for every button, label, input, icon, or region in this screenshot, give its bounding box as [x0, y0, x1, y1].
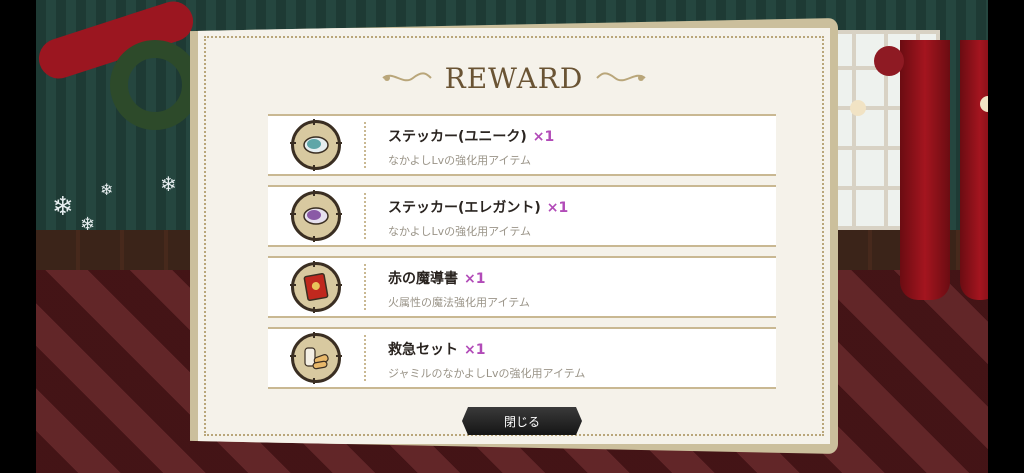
letterbox-left — [0, 0, 36, 473]
close-button[interactable]: 閉じる — [462, 407, 582, 435]
reward-name: ステッカー(ユニーク) — [388, 129, 527, 145]
ornament-decoration — [874, 46, 904, 76]
reward-description: なかよしLvの強化用アイテム — [388, 154, 531, 167]
reward-text: 赤の魔導書 ×1 火属性の魔法強化用アイテム — [388, 268, 530, 310]
reward-quantity: ×1 — [532, 129, 555, 145]
first-aid-kit-icon — [290, 332, 342, 384]
reward-icon-cell — [268, 187, 364, 245]
reward-icon-cell — [268, 329, 364, 387]
reward-row: 救急セット ×1 ジャミルのなかよしLvの強化用アイテム — [268, 327, 776, 389]
title-bar: REWARD — [198, 58, 830, 98]
snowflake-icon: ❄ — [52, 192, 74, 222]
snowflake-icon: ❄ — [100, 180, 114, 199]
row-divider — [364, 193, 366, 239]
reward-title-line: 赤の魔導書 ×1 — [388, 268, 530, 288]
reward-row: 赤の魔導書 ×1 火属性の魔法強化用アイテム — [268, 256, 776, 318]
reward-quantity: ×1 — [464, 342, 486, 358]
reward-description: なかよしLvの強化用アイテム — [388, 225, 531, 238]
letterbox-right — [988, 0, 1024, 473]
reward-name: 救急セット — [388, 342, 458, 358]
row-divider — [364, 122, 366, 168]
reward-icon-cell — [268, 116, 364, 174]
reward-icon-cell — [268, 258, 364, 316]
flourish-left-icon — [382, 72, 432, 82]
row-divider — [364, 264, 366, 310]
reward-row: ステッカー(エレガント) ×1 なかよしLvの強化用アイテム — [268, 185, 776, 247]
reward-title-line: ステッカー(エレガント) ×1 — [388, 197, 568, 217]
curtain-left — [900, 40, 950, 300]
reward-list: ステッカー(ユニーク) ×1 なかよしLvの強化用アイテム ステッカー(エレガン… — [268, 114, 776, 398]
red-grimoire-icon — [290, 261, 342, 313]
flourish-right-icon — [596, 72, 646, 82]
reward-row: ステッカー(ユニーク) ×1 なかよしLvの強化用アイテム — [268, 114, 776, 176]
dialog-title: REWARD — [444, 61, 584, 95]
reward-title-line: ステッカー(ユニーク) ×1 — [388, 126, 554, 146]
sticker-unique-icon — [290, 119, 342, 171]
reward-name: 赤の魔導書 — [388, 271, 458, 287]
reward-name: ステッカー(エレガント) — [388, 200, 541, 216]
dialog-panel: REWARD ステッカー(ユニーク) ×1 なかよしLvの強化用アイテム ステッ… — [198, 28, 830, 444]
sticker-elegant-icon — [290, 190, 342, 242]
reward-description: 火属性の魔法強化用アイテム — [388, 296, 530, 309]
reward-text: 救急セット ×1 ジャミルのなかよしLvの強化用アイテム — [388, 339, 585, 381]
reward-quantity: ×1 — [464, 271, 486, 287]
wreath-decoration — [110, 40, 200, 130]
reward-title-line: 救急セット ×1 — [388, 339, 585, 359]
reward-text: ステッカー(ユニーク) ×1 なかよしLvの強化用アイテム — [388, 126, 554, 168]
reward-quantity: ×1 — [546, 200, 569, 216]
reward-text: ステッカー(エレガント) ×1 なかよしLvの強化用アイテム — [388, 197, 568, 239]
reward-description: ジャミルのなかよしLvの強化用アイテム — [388, 367, 586, 380]
light-bulb-decoration — [850, 100, 866, 116]
reward-dialog: REWARD ステッカー(ユニーク) ×1 なかよしLvの強化用アイテム ステッ… — [190, 18, 838, 454]
row-divider — [364, 335, 366, 381]
snowflake-icon: ❄ — [160, 172, 177, 196]
snowflake-icon: ❄ — [80, 214, 96, 235]
